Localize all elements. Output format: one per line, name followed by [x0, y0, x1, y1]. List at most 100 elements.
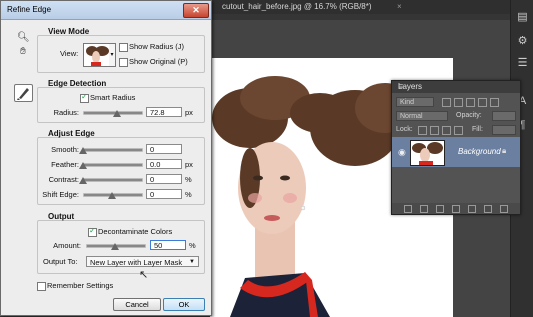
adjustments-icon[interactable]: ⚙: [515, 34, 530, 49]
smooth-label: Smooth:: [51, 145, 79, 154]
chevron-down-icon: ▼: [189, 259, 195, 265]
contrast-slider-track[interactable]: [83, 178, 143, 182]
lock-row: Lock: Fill:: [392, 123, 520, 137]
panel-menu-icon[interactable]: ≡: [398, 81, 516, 91]
feather-slider-track[interactable]: [83, 163, 143, 167]
filter-shape-icon[interactable]: [478, 98, 487, 107]
zoom-tool-icon[interactable]: 🔍︎: [17, 32, 30, 44]
filter-pixel-icon[interactable]: [442, 98, 451, 107]
visibility-eye-icon[interactable]: ◉: [398, 147, 406, 158]
smart-radius-checkbox[interactable]: [80, 92, 89, 103]
cancel-button[interactable]: Cancel: [113, 298, 161, 311]
show-original-checkbox[interactable]: [119, 58, 128, 67]
document-tab[interactable]: cutout_hair_before.jpg @ 16.7% (RGB/8*) …: [210, 0, 510, 14]
brush-glyph: [17, 88, 29, 100]
lock-image-icon[interactable]: [430, 126, 439, 135]
view-thumbnail[interactable]: [83, 43, 111, 67]
shift-edge-field[interactable]: 0: [146, 189, 182, 199]
new-group-icon[interactable]: [468, 205, 476, 213]
blend-row: Normal Opacity:: [392, 109, 520, 123]
filter-smart-object-icon[interactable]: [490, 98, 499, 107]
blend-mode-value: Normal: [400, 113, 423, 120]
output-heading: Output: [48, 212, 75, 221]
radius-field[interactable]: 72.8: [146, 107, 182, 117]
remember-settings-checkbox[interactable]: [37, 282, 46, 291]
amount-slider-thumb[interactable]: [111, 243, 119, 250]
feather-field[interactable]: 0.0: [146, 159, 182, 169]
decontaminate-colors-label: Decontaminate Colors: [98, 227, 173, 236]
lock-all-icon[interactable]: [454, 126, 463, 135]
layer-thumbnail-image: [411, 141, 444, 165]
filter-kind-select[interactable]: Kind: [396, 97, 434, 107]
view-label: View:: [60, 49, 79, 58]
contrast-slider-thumb[interactable]: [79, 177, 87, 184]
filter-type-icon[interactable]: [466, 98, 475, 107]
amount-unit: %: [189, 241, 196, 250]
contrast-value: 0: [150, 175, 155, 184]
ok-button[interactable]: OK: [163, 298, 205, 311]
dialog-title: Refine Edge: [7, 5, 52, 14]
smooth-value: 0: [150, 145, 155, 154]
dialog-titlebar[interactable]: Refine Edge ✕: [1, 1, 211, 20]
filter-row: Kind: [392, 95, 520, 109]
feather-value: 0.0: [150, 160, 161, 169]
fill-label: Fill:: [472, 126, 483, 133]
mouse-cursor-icon: ↖: [139, 269, 149, 281]
refine-radius-brush-icon[interactable]: [14, 84, 33, 102]
layers-footer: [392, 203, 520, 214]
filter-kind-value: Kind: [400, 99, 415, 106]
document-tab-close-icon[interactable]: ×: [397, 2, 402, 11]
remember-settings-label: Remember Settings: [47, 281, 114, 290]
show-radius-checkbox[interactable]: [119, 43, 128, 52]
smooth-field[interactable]: 0: [146, 144, 182, 154]
lock-position-icon[interactable]: [442, 126, 451, 135]
delete-layer-icon[interactable]: [500, 205, 508, 213]
shift-edge-label: Shift Edge:: [42, 190, 79, 199]
layers-panel-header: Layers ≡: [392, 81, 520, 93]
layer-row-background[interactable]: ◉ Background 🔒︎: [392, 137, 520, 167]
output-to-select[interactable]: New Layer with Layer Mask ▼: [86, 256, 199, 267]
layer-thumbnail: [410, 140, 445, 166]
feather-label: Feather:: [51, 160, 79, 169]
decontaminate-colors-checkbox[interactable]: [88, 226, 97, 237]
smooth-slider-track[interactable]: [83, 148, 143, 152]
feather-slider-thumb[interactable]: [79, 162, 87, 169]
radius-label: Radius:: [53, 108, 79, 117]
opacity-field[interactable]: [492, 111, 516, 121]
new-layer-icon[interactable]: [484, 205, 492, 213]
radius-value: 72.8: [150, 108, 165, 117]
smooth-slider-thumb[interactable]: [79, 147, 87, 154]
blend-mode-select[interactable]: Normal: [396, 111, 448, 121]
view-dropdown-arrow[interactable]: ▾: [109, 43, 116, 67]
amount-label: Amount:: [53, 241, 81, 250]
view-thumbnail-image: [86, 46, 109, 66]
adjust-edge-heading: Adjust Edge: [48, 129, 95, 138]
properties-icon[interactable]: ☰: [515, 56, 530, 71]
close-button[interactable]: ✕: [183, 3, 209, 18]
filter-adjustment-icon[interactable]: [454, 98, 463, 107]
view-mode-heading: View Mode: [48, 27, 90, 36]
layer-style-icon[interactable]: [420, 205, 428, 213]
lock-label: Lock:: [396, 126, 413, 133]
fill-field[interactable]: [492, 125, 516, 135]
amount-field[interactable]: 50: [150, 240, 186, 250]
history-icon[interactable]: ▤: [515, 10, 530, 25]
smart-radius-label: Smart Radius: [90, 93, 136, 102]
refine-edge-dialog: Refine Edge ✕ 🔍︎ ✋︎ View Mode View: ▾ Sh…: [0, 0, 212, 316]
output-to-value: New Layer with Layer Mask: [90, 258, 183, 267]
hand-tool-icon[interactable]: ✋︎: [17, 46, 29, 58]
link-layers-icon[interactable]: [404, 205, 412, 213]
show-original-label: Show Original (P): [129, 57, 188, 66]
document-tab-title: cutout_hair_before.jpg @ 16.7% (RGB/8*): [222, 2, 372, 11]
shift-edge-unit: %: [185, 190, 192, 199]
add-mask-icon[interactable]: [436, 205, 444, 213]
contrast-field[interactable]: 0: [146, 174, 182, 184]
show-radius-label: Show Radius (J): [129, 42, 185, 51]
output-to-label: Output To:: [43, 257, 78, 266]
shift-edge-slider-thumb[interactable]: [108, 192, 116, 199]
layer-name: Background: [458, 147, 501, 156]
lock-transparent-icon[interactable]: [418, 126, 427, 135]
layers-panel: Layers ≡ Kind Normal Opacity: Lock: Fill…: [391, 80, 521, 215]
radius-slider-thumb[interactable]: [112, 110, 121, 117]
adjustment-layer-icon[interactable]: [452, 205, 460, 213]
